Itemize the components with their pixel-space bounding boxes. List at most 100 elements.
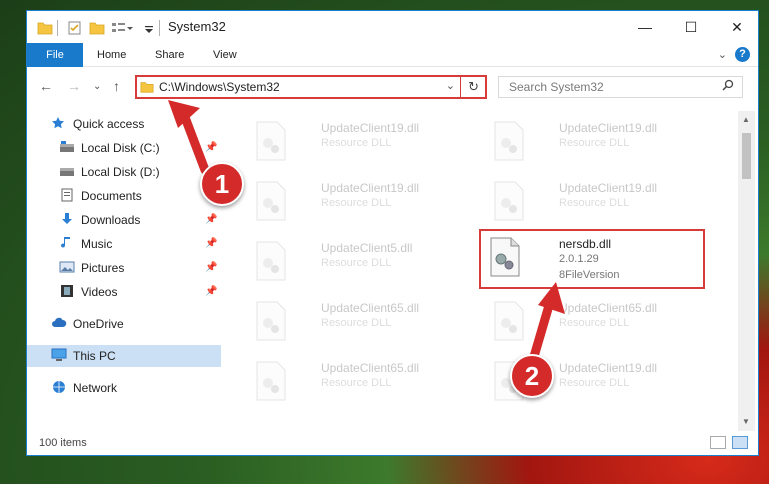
scroll-up-icon[interactable]: ▲ <box>742 115 750 124</box>
title-divider <box>159 20 160 36</box>
dll-file-icon <box>253 361 289 401</box>
sidebar-item-quick-access[interactable]: Quick access <box>51 113 144 135</box>
folder-icon <box>37 20 53 36</box>
file-item[interactable]: UpdateClient19.dll Resource DLL <box>249 115 474 165</box>
file-item[interactable]: UpdateClient19.dll Resource DLL <box>487 175 712 225</box>
search-box[interactable]: Search System32 <box>498 76 743 98</box>
close-button[interactable]: ✕ <box>714 11 758 43</box>
search-icon[interactable] <box>722 79 734 94</box>
dll-file-icon <box>253 241 289 281</box>
sidebar-item-label: Documents <box>81 189 142 203</box>
sidebar-item-videos[interactable]: Videos <box>59 281 117 303</box>
dll-file-icon <box>491 181 527 221</box>
sidebar-item-label: Downloads <box>81 213 141 227</box>
file-description: Resource DLL <box>321 197 392 209</box>
pin-icon: 📌 <box>205 262 218 273</box>
sidebar-item-this-pc[interactable]: This PC <box>27 345 221 367</box>
chevron-down-icon[interactable]: ⌄ <box>446 79 455 92</box>
network-icon <box>51 379 67 393</box>
file-description: Resource DLL <box>559 317 630 329</box>
up-arrow-icon[interactable]: ↑ <box>113 78 120 94</box>
downloads-icon <box>59 211 75 225</box>
tab-home[interactable]: Home <box>97 43 126 67</box>
sidebar-item-local-disk-c[interactable]: Local Disk (C:) <box>59 137 160 159</box>
new-folder-icon[interactable] <box>89 20 105 36</box>
dropdown-arrow-icon[interactable] <box>143 20 159 36</box>
file-list: UpdateClient19.dll Resource DLL UpdateCl… <box>221 111 737 431</box>
file-description: Resource DLL <box>321 257 392 269</box>
highlight-box <box>479 229 705 289</box>
sidebar-item-music[interactable]: Music <box>59 233 112 255</box>
ribbon: File Home Share View ⌄ ? <box>27 43 758 67</box>
dll-file-icon <box>253 181 289 221</box>
file-item[interactable]: UpdateClient65.dll Resource DLL <box>249 355 474 405</box>
sidebar-item-local-disk-d[interactable]: Local Disk (D:) <box>59 161 160 183</box>
file-description: Resource DLL <box>321 377 392 389</box>
file-name: UpdateClient5.dll <box>321 241 413 255</box>
callout-2: 2 <box>510 354 554 398</box>
sidebar-item-downloads[interactable]: Downloads <box>59 209 140 231</box>
sidebar-item-label: OneDrive <box>73 317 124 331</box>
computer-icon <box>51 347 67 361</box>
pin-icon: 📌 <box>205 286 218 297</box>
drive-icon <box>59 139 75 153</box>
tab-share[interactable]: Share <box>155 43 184 67</box>
sidebar-item-label: Local Disk (D:) <box>81 165 160 179</box>
customize-qa-icon[interactable] <box>111 20 133 36</box>
item-count: 100 items <box>39 437 87 449</box>
sidebar-item-documents[interactable]: Documents <box>59 185 142 207</box>
sidebar-item-label: This PC <box>73 349 116 363</box>
pin-icon: 📌 <box>205 214 218 225</box>
sidebar-item-label: Music <box>81 237 113 251</box>
tab-view[interactable]: View <box>213 43 237 67</box>
file-item[interactable]: UpdateClient5.dll Resource DLL <box>249 235 474 285</box>
dll-file-icon <box>253 301 289 341</box>
expand-ribbon-icon[interactable]: ⌄ <box>718 48 727 61</box>
navigation-pane: Quick access Local Disk (C:) 📌 Local Dis… <box>27 111 221 431</box>
properties-icon[interactable] <box>67 20 83 36</box>
maximize-button[interactable]: ☐ <box>668 11 714 43</box>
recent-locations-icon[interactable]: ⌄ <box>93 81 101 92</box>
file-item[interactable]: UpdateClient65.dll Resource DLL <box>487 295 712 345</box>
scroll-down-icon[interactable]: ▼ <box>742 417 750 426</box>
sidebar-item-label: Videos <box>81 285 118 299</box>
back-arrow-icon[interactable]: ← <box>39 78 53 94</box>
file-description: Resource DLL <box>559 197 630 209</box>
cloud-icon <box>51 315 67 329</box>
sidebar-item-label: Local Disk (C:) <box>81 141 160 155</box>
callout-1: 1 <box>200 162 244 206</box>
tiles-view-icon[interactable] <box>732 436 748 449</box>
drive-icon <box>59 163 75 177</box>
file-name: UpdateClient19.dll <box>559 121 658 135</box>
file-item[interactable]: UpdateClient19.dll Resource DLL <box>249 175 474 225</box>
tab-file[interactable]: File <box>27 43 83 67</box>
vertical-scrollbar[interactable]: ▲ ▼ <box>738 111 755 431</box>
videos-icon <box>59 283 75 297</box>
title-bar: System32 — ☐ ✕ <box>27 11 758 43</box>
star-icon <box>51 115 67 129</box>
sidebar-item-onedrive[interactable]: OneDrive <box>51 313 124 335</box>
scrollbar-thumb[interactable] <box>742 133 751 179</box>
minimize-button[interactable]: — <box>622 11 668 43</box>
address-path[interactable]: C:\Windows\System32 <box>159 80 280 94</box>
refresh-icon[interactable]: ↻ <box>468 79 479 95</box>
search-input[interactable]: Search System32 <box>509 80 604 94</box>
sidebar-item-label: Quick access <box>73 117 145 131</box>
file-description: Resource DLL <box>321 317 392 329</box>
help-button[interactable]: ? <box>735 47 750 62</box>
address-bar[interactable]: C:\Windows\System32 ⌄ ↻ <box>135 75 487 99</box>
sidebar-item-network[interactable]: Network <box>51 377 117 399</box>
file-item[interactable]: UpdateClient19.dll Resource DLL <box>487 115 712 165</box>
sidebar-item-pictures[interactable]: Pictures <box>59 257 124 279</box>
pin-icon: 📌 <box>205 142 218 153</box>
folder-icon <box>140 79 154 98</box>
dll-file-icon <box>491 301 527 341</box>
pictures-icon <box>59 259 75 273</box>
music-icon <box>59 235 75 249</box>
file-name: UpdateClient19.dll <box>559 181 658 195</box>
forward-arrow-icon[interactable]: → <box>67 78 81 94</box>
file-item[interactable]: UpdateClient65.dll Resource DLL <box>249 295 474 345</box>
details-view-icon[interactable] <box>710 436 726 449</box>
file-name: UpdateClient65.dll <box>321 361 420 375</box>
documents-icon <box>59 187 75 202</box>
